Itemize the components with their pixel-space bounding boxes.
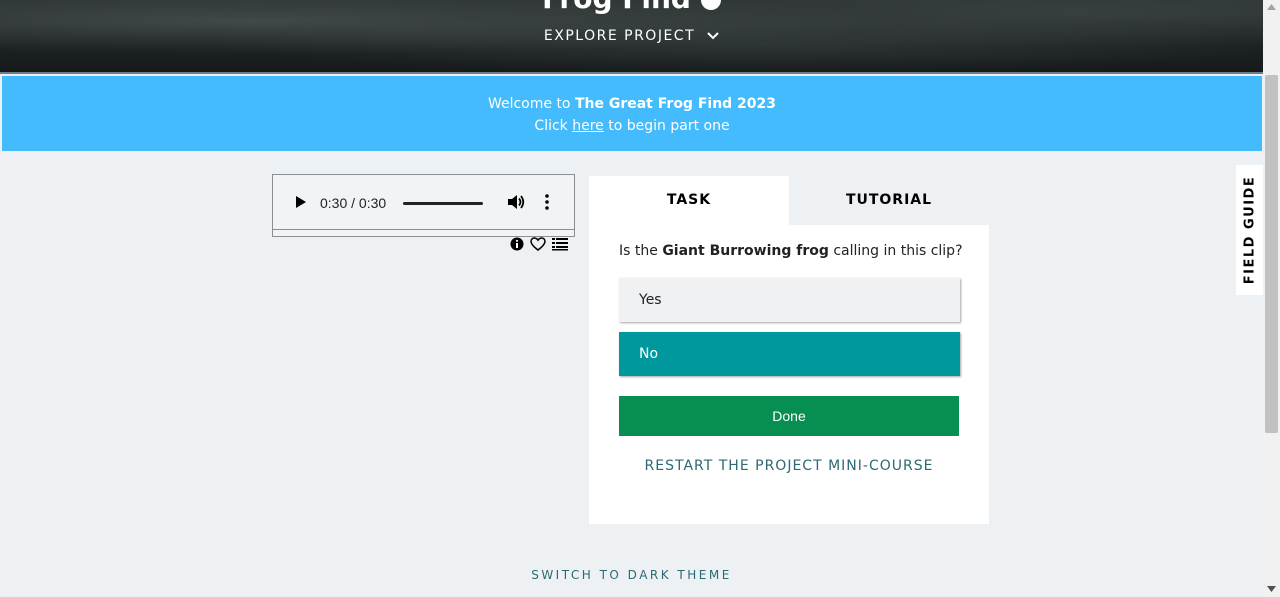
answer-yes-button[interactable]: Yes <box>619 278 960 322</box>
banner-click-line: Click here to begin part one <box>2 115 1262 137</box>
restart-mini-course-link[interactable]: RESTART THE PROJECT MINI-COURSE <box>589 458 989 474</box>
begin-part-one-link[interactable]: here <box>572 118 604 134</box>
audio-progress-track[interactable] <box>403 202 483 205</box>
answer-no-button[interactable]: No <box>619 332 960 376</box>
audio-subject-viewer: 0:30 / 0:30 <box>272 174 575 237</box>
question-species: Giant Burrowing frog <box>662 243 829 259</box>
switch-dark-theme-link[interactable]: SWITCH TO DARK THEME <box>0 568 1263 582</box>
banner-click-suffix: to begin part one <box>603 118 730 134</box>
field-guide-label: FIELD GUIDE <box>1242 175 1257 285</box>
banner-welcome-prefix: Welcome to <box>487 96 575 112</box>
scroll-down-arrow-icon[interactable] <box>1267 586 1276 592</box>
question-suffix: calling in this clip? <box>828 243 963 259</box>
announcement-banner: Welcome to The Great Frog Find 2023 Clic… <box>2 76 1262 151</box>
explore-project-label: EXPLORE PROJECT <box>543 28 696 44</box>
page-scrollbar[interactable] <box>1263 0 1280 597</box>
done-button[interactable]: Done <box>619 396 959 436</box>
audio-time: 0:30 / 0:30 <box>320 195 387 211</box>
info-icon[interactable] <box>700 0 721 10</box>
volume-icon[interactable] <box>507 194 525 210</box>
more-options-icon[interactable] <box>545 194 549 210</box>
banner-click-prefix: Click <box>534 118 573 134</box>
subject-toolbar <box>510 237 568 251</box>
project-title-text: Frog Find <box>542 0 691 15</box>
metadata-info-icon[interactable] <box>510 237 524 251</box>
play-icon[interactable] <box>295 195 307 209</box>
chevron-down-icon <box>707 32 719 40</box>
project-title: Frog Find <box>0 0 1263 15</box>
field-guide-button[interactable]: FIELD GUIDE <box>1236 165 1263 295</box>
banner-project-name: The Great Frog Find 2023 <box>574 96 777 112</box>
explore-project-button[interactable]: EXPLORE PROJECT <box>0 28 1263 44</box>
collections-list-icon[interactable] <box>552 237 568 251</box>
scrollbar-thumb[interactable] <box>1265 75 1278 433</box>
task-tabs: TASK TUTORIAL <box>589 176 989 225</box>
tab-tutorial[interactable]: TUTORIAL <box>789 176 989 225</box>
scroll-up-arrow-icon[interactable] <box>1267 4 1276 10</box>
question-prefix: Is the <box>619 243 663 259</box>
project-hero-header: Frog Find EXPLORE PROJECT <box>0 0 1263 74</box>
favorite-heart-icon[interactable] <box>530 237 546 251</box>
task-question: Is the Giant Burrowing frog calling in t… <box>619 243 963 259</box>
tab-task[interactable]: TASK <box>589 176 789 225</box>
banner-welcome-line: Welcome to The Great Frog Find 2023 <box>2 93 1262 115</box>
task-panel: TASK TUTORIAL Is the Giant Burrowing fro… <box>589 176 989 524</box>
audio-player: 0:30 / 0:30 <box>273 175 574 230</box>
